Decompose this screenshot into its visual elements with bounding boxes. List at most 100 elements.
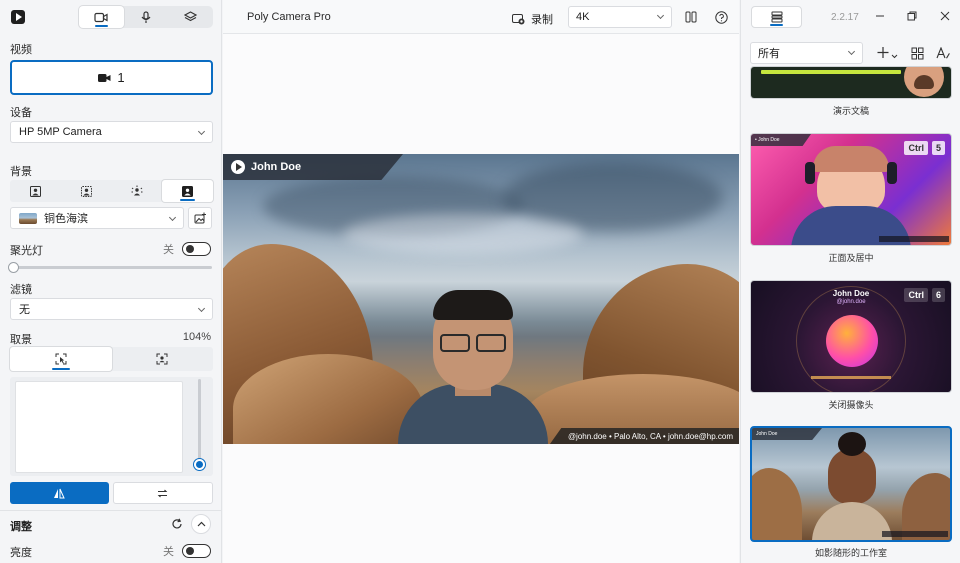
filter-select-value: 无 [19,304,30,316]
microphone-icon [141,10,151,23]
slide-bar [761,70,901,74]
brightness-toggle[interactable] [182,544,211,558]
person-frame-icon [29,185,41,197]
section-filter-label: 滤镜 [10,284,32,296]
mirror-button[interactable] [10,482,109,504]
background-mode-tabs [10,180,213,202]
presenter-figure [398,290,548,444]
info-strip [879,236,949,242]
maximize-button[interactable] [906,10,918,22]
layers-icon [184,11,198,22]
tab-bg-effect[interactable] [112,180,163,202]
section-framing-label: 取景 [10,334,32,346]
scene-label: 关闭摄像头 [828,400,874,410]
add-background-button[interactable] [188,207,212,229]
tab-layers[interactable] [168,6,213,28]
rotate-button[interactable] [112,482,213,504]
section-background-label: 背景 [10,166,32,178]
chevron-down-icon [847,47,856,56]
scene-filter-select[interactable]: 所有 [750,42,863,64]
zoom-slider[interactable] [194,379,205,470]
record-button[interactable]: 录制 [512,11,553,27]
spotlight-toggle[interactable] [182,242,211,256]
tab-framing-manual[interactable] [10,347,112,371]
mode-tabs [79,6,213,28]
minimize-icon [876,15,884,17]
rock-left [752,468,802,540]
edit-style-button[interactable] [935,45,951,61]
help-icon [714,10,728,24]
scene-label: 正面及居中 [828,253,874,263]
section-device-label: 设备 [10,107,32,119]
filter-select[interactable]: 无 [10,298,213,320]
top-bar: Poly Camera Pro 录制 4K [223,0,739,34]
close-button[interactable] [939,10,951,22]
chevron-down-icon [656,11,665,20]
brightness-label: 亮度 [10,547,32,559]
person-image-icon [182,185,194,197]
left-panel: 视频 1 设备 HP 5MP Camera 背景 铜色海滨 聚光灯 关 滤镜 无… [0,0,222,563]
brightness-toggle-row: 关 [163,543,211,559]
layout-toggle-button[interactable] [751,6,802,28]
sparkle-person-icon [131,185,143,196]
adjust-controls [171,514,211,534]
tab-microphone[interactable] [124,6,169,28]
mirror-controls [10,482,213,504]
zoom-slider-handle[interactable] [194,459,205,470]
mini-name-tag: • John Doe [751,134,811,146]
tab-bg-image[interactable] [162,180,213,202]
mini-name-tag: John Doe [752,428,822,440]
grid-view-button[interactable] [909,45,925,61]
chevron-down-icon [197,127,206,136]
list-layout-icon [771,11,782,23]
background-thumbnail [19,212,37,224]
video-source-button[interactable]: 1 [10,60,213,95]
split-view-icon [685,11,697,23]
add-scene-button[interactable] [876,45,900,61]
scene-card-studio[interactable]: John Doe [750,426,952,542]
shortcut-key-modifier: Ctrl [904,141,928,155]
background-select[interactable]: 铜色海滨 [10,207,184,229]
device-select[interactable]: HP 5MP Camera [10,121,213,143]
restore-icon [907,11,917,21]
scene-card-front-center[interactable]: • John Doe Ctrl 5 [750,133,952,246]
pointer-frame-icon [55,353,67,365]
background-select-value: 铜色海滨 [44,213,88,225]
spotlight-slider[interactable] [8,262,212,273]
app-title: Poly Camera Pro [247,11,331,23]
minimize-button[interactable] [874,10,886,22]
brand-logo-icon [231,160,245,174]
face-frame-icon [156,353,168,365]
name-tag-overlay: John Doe [223,154,403,180]
split-view-button[interactable] [684,10,698,24]
headphones [805,162,815,184]
resolution-value: 4K [576,11,590,23]
text-style-icon [936,46,950,58]
spotlight-slider-handle[interactable] [8,262,19,273]
section-adjust-label: 调整 [10,521,32,533]
section-spotlight-label: 聚光灯 [10,245,43,257]
reset-icon[interactable] [171,518,183,530]
info-strip [811,376,891,379]
scene-card-presentation[interactable] [750,66,952,99]
spotlight-state-text: 关 [163,244,174,256]
scene-card-camera-off[interactable]: Ctrl 6 John Doe @john.doe [750,280,952,393]
info-bar-overlay: @john.doe • Palo Alto, CA • john.doe@hp.… [549,428,739,444]
tab-bg-blur[interactable] [61,180,112,202]
shortcut-keys: Ctrl 5 [904,141,945,155]
person-blur-icon [80,185,92,197]
tab-camera[interactable] [79,6,124,28]
resolution-select[interactable]: 4K [568,6,672,28]
sky-cloud [343,214,583,254]
video-source-number: 1 [117,70,125,85]
framing-preview[interactable] [15,381,183,473]
scenes-panel: 2.2.17 所有 演示文稿 • John Doe Ctrl 5 正面及居中 C… [740,0,960,563]
tab-bg-none[interactable] [10,180,61,202]
tab-framing-auto[interactable] [112,347,214,371]
shortcut-key-number: 5 [931,141,945,155]
main-view: Poly Camera Pro 录制 4K John Doe @john.doe… [223,0,739,563]
collapse-adjust-button[interactable] [191,514,211,534]
framing-zoom-value: 104% [182,331,211,343]
chevron-up-icon [197,521,205,527]
help-button[interactable] [714,10,728,24]
